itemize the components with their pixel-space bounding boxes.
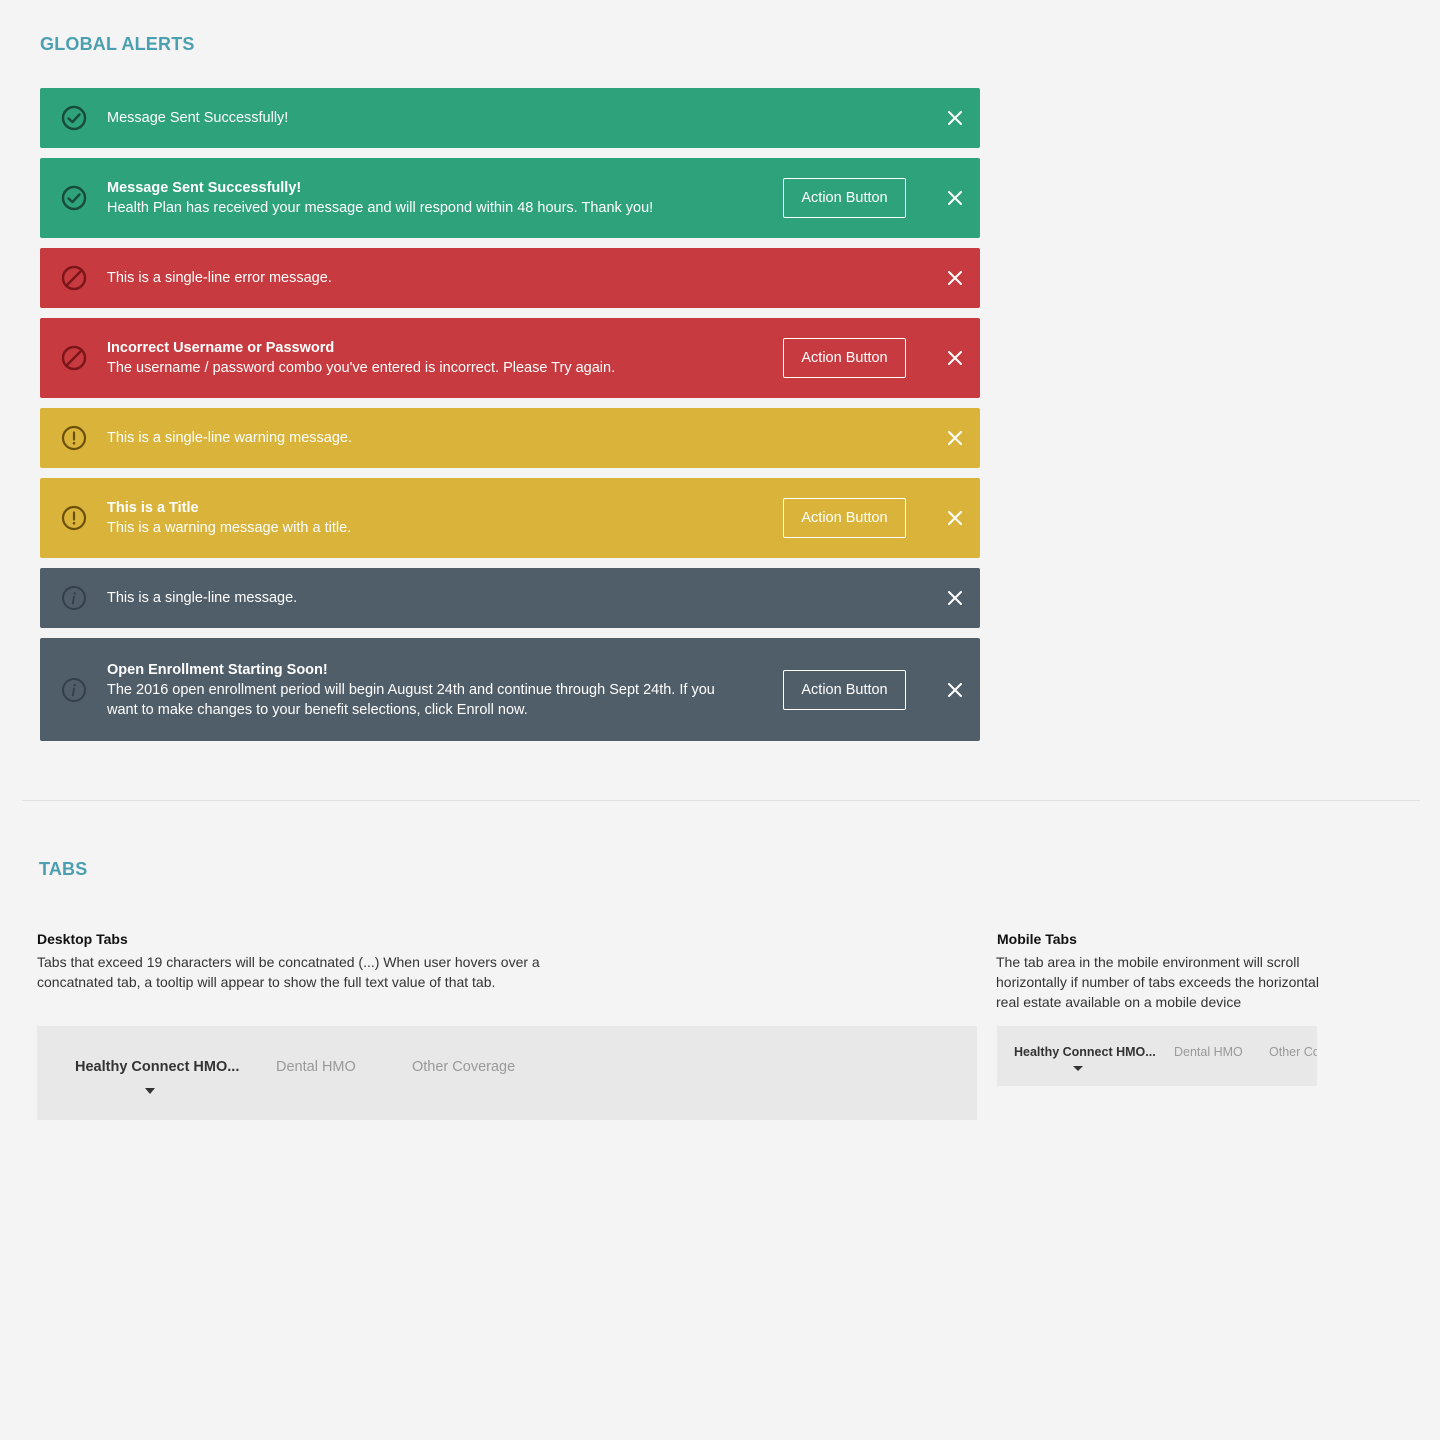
alert-text: Message Sent Successfully!	[107, 108, 288, 128]
check-circle-icon	[61, 185, 87, 211]
info-circle-icon	[61, 677, 87, 703]
close-icon[interactable]	[944, 347, 966, 369]
alerts-list: Message Sent Successfully! Message Sent S…	[40, 88, 980, 751]
desktop-tab-dental-hmo[interactable]: Dental HMO	[276, 1059, 356, 1075]
desktop-tabs-description: Tabs that exceed 19 characters will be c…	[37, 954, 540, 990]
mobile-tab-dental-hmo[interactable]: Dental HMO	[1174, 1045, 1243, 1059]
alert-title: This is a Title	[107, 500, 199, 516]
prohibited-icon	[61, 265, 87, 291]
close-icon[interactable]	[944, 427, 966, 449]
alert-text: Incorrect Username or Password The userna…	[107, 338, 615, 378]
mobile-tab-bar[interactable]: Healthy Connect HMO... Dental HMO Other …	[997, 1026, 1317, 1086]
alert-title: Open Enrollment Starting Soon!	[107, 661, 328, 678]
desktop-tab-healthy-connect[interactable]: Healthy Connect HMO...	[75, 1059, 239, 1075]
tabs-title: TABS	[39, 859, 88, 879]
success-alert: Message Sent Successfully! Health Plan ha…	[40, 158, 980, 238]
alert-text: This is a single-line error message.	[107, 268, 332, 288]
check-circle-icon	[61, 105, 87, 131]
exclamation-circle-icon	[61, 425, 87, 451]
close-icon[interactable]	[944, 679, 966, 701]
warning-alert: This is a Title This is a warning message…	[40, 478, 980, 558]
alert-text: This is a single-line message.	[107, 588, 297, 608]
alert-text: This is a Title This is a warning message…	[107, 498, 351, 538]
active-tab-caret-icon	[145, 1088, 155, 1094]
alert-text: This is a single-line warning message.	[107, 428, 352, 448]
desktop-tab-other-coverage[interactable]: Other Coverage	[412, 1059, 515, 1075]
alert-message: The 2016 open enrollment period will beg…	[107, 681, 715, 718]
mobile-tabs-description: The tab area in the mobile environment w…	[996, 954, 1319, 1010]
close-icon[interactable]	[944, 107, 966, 129]
alert-action-button[interactable]: Action Button	[783, 498, 906, 538]
alert-message: Message Sent Successfully!	[107, 110, 289, 126]
success-alert: Message Sent Successfully!	[40, 88, 980, 148]
alert-action-button[interactable]: Action Button	[783, 669, 906, 710]
alert-action-button[interactable]: Action Button	[783, 338, 906, 378]
alert-message: Health Plan has received your message an…	[107, 200, 654, 216]
mobile-tab-other-coverage[interactable]: Other Coverage	[1269, 1045, 1317, 1059]
alert-title: Incorrect Username or Password	[107, 340, 335, 356]
info-circle-icon	[61, 585, 87, 611]
warning-alert: This is a single-line warning message.	[40, 408, 980, 468]
error-alert: Incorrect Username or Password The userna…	[40, 318, 980, 398]
prohibited-icon	[61, 345, 87, 371]
alert-text: Message Sent Successfully! Health Plan ha…	[107, 178, 653, 218]
alert-message: This is a single-line warning message.	[107, 430, 352, 446]
close-icon[interactable]	[944, 507, 966, 529]
info-alert: Open Enrollment Starting Soon! The 2016 o…	[40, 638, 980, 741]
alert-title: Message Sent Successfully!	[107, 180, 302, 196]
close-icon[interactable]	[944, 187, 966, 209]
active-tab-caret-icon	[1073, 1066, 1083, 1071]
alert-message: This is a warning message with a title.	[107, 520, 352, 536]
close-icon[interactable]	[944, 267, 966, 289]
desktop-tabs-heading: Desktop Tabs	[37, 931, 128, 947]
alert-message: The username / password combo you've ent…	[107, 360, 616, 376]
mobile-tabs-heading: Mobile Tabs	[997, 931, 1077, 947]
alert-message: This is a single-line error message.	[107, 270, 332, 286]
section-divider	[22, 800, 1420, 801]
global-alerts-title: GLOBAL ALERTS	[40, 34, 195, 54]
alert-message: This is a single-line message.	[107, 590, 298, 606]
error-alert: This is a single-line error message.	[40, 248, 980, 308]
mobile-tab-healthy-connect[interactable]: Healthy Connect HMO...	[1014, 1045, 1156, 1059]
info-alert: This is a single-line message.	[40, 568, 980, 628]
alert-text: Open Enrollment Starting Soon! The 2016 o…	[107, 660, 747, 720]
close-icon[interactable]	[944, 587, 966, 609]
desktop-tab-bar: Healthy Connect HMO... Dental HMO Other …	[37, 1026, 977, 1120]
alert-action-button[interactable]: Action Button	[783, 178, 906, 218]
exclamation-circle-icon	[61, 505, 87, 531]
